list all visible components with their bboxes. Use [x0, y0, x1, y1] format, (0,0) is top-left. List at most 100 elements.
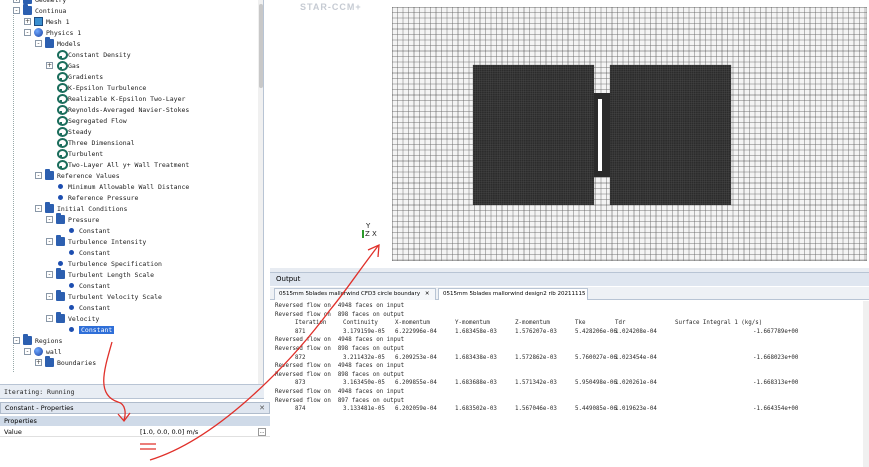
folder-icon [56, 290, 65, 301]
tree-item[interactable]: - Velocity [46, 312, 99, 324]
tree-item-label: Reference Values [57, 171, 120, 180]
collapse-icon[interactable]: - [24, 348, 31, 355]
tree-item[interactable]: Constant [57, 324, 115, 335]
collapse-icon[interactable]: - [46, 293, 53, 300]
tree-item[interactable]: - Turbulent Velocity Scale [46, 290, 162, 302]
tree-item[interactable]: Minimum Allowable Wall Distance [46, 181, 189, 192]
tree-item[interactable]: - Initial Conditions [35, 202, 127, 214]
folder-icon [56, 213, 65, 224]
folder-icon [23, 4, 32, 15]
properties-section-header[interactable]: Properties [0, 416, 270, 426]
tree-item-label: Pressure [68, 215, 100, 224]
log-header-cell: Surface Integral 1 (kg/s) [675, 320, 763, 327]
tree-scrollbar-thumb[interactable] [259, 4, 263, 88]
log-cell: 1.683458e-03 [455, 328, 497, 335]
collapse-icon[interactable]: - [35, 205, 42, 212]
folder-icon [56, 235, 65, 246]
tree-item[interactable]: Three Dimensional [46, 137, 135, 148]
collapse-icon[interactable]: - [46, 216, 53, 223]
collapse-icon[interactable]: - [35, 40, 42, 47]
output-tab-1-label: 0515mm 5blades mallorwind CFD3 circle bo… [279, 291, 421, 297]
tree-item-label: Steady [68, 127, 92, 136]
folder-icon [45, 169, 54, 180]
tree-item[interactable]: Constant [57, 225, 110, 236]
log-message: Reversed flow on 898 faces on output [275, 371, 405, 378]
mesh-icon [34, 17, 43, 26]
tree-item-label: Constant [79, 303, 111, 312]
model-icon [56, 50, 68, 60]
tree-item-label: Models [57, 39, 81, 48]
tree-item[interactable]: - Reference Values [35, 169, 120, 181]
dot-icon [67, 226, 76, 235]
dot-icon [56, 193, 65, 202]
output-scrollbar[interactable] [863, 301, 869, 467]
axis-zx-label: Z X [365, 230, 377, 238]
tree-item[interactable]: Segregated Flow [46, 115, 127, 126]
log-cell: 1.023454e-04 [615, 354, 657, 361]
collapse-icon[interactable]: - [35, 172, 42, 179]
tree-item[interactable]: - Continua [13, 4, 66, 16]
tree-item[interactable]: + Boundaries [35, 356, 96, 368]
folder-icon [56, 268, 65, 279]
property-value-field[interactable]: [1.0, 0.0, 0.0] m/s [140, 427, 198, 437]
tree-item[interactable]: Constant Density [46, 49, 131, 60]
collapse-icon[interactable]: - [46, 238, 53, 245]
property-edit-button[interactable]: ... [258, 428, 266, 436]
log-message: Reversed flow on 4948 faces on input [275, 337, 405, 344]
expand-icon[interactable]: + [13, 0, 20, 3]
property-row-value[interactable]: Value [1.0, 0.0, 0.0] m/s ... [0, 427, 270, 437]
tree-item[interactable]: Two-Layer All y+ Wall Treatment [46, 159, 189, 170]
tree-item-label: Regions [35, 336, 63, 345]
tree-item[interactable]: - wall [24, 346, 62, 357]
output-tab-2[interactable]: 0515mm 5blades mallorwind design2 rib 20… [438, 288, 588, 300]
tree-item[interactable]: Steady [46, 126, 91, 137]
model-icon [56, 105, 68, 115]
model-icon [56, 149, 68, 159]
tree-item-label: Constant [79, 325, 115, 334]
tree-item[interactable]: - Pressure [46, 213, 100, 225]
tree-item[interactable]: Reference Pressure [46, 192, 138, 203]
tree-scrollbar[interactable] [258, 0, 263, 384]
tree-item[interactable]: Constant [57, 247, 110, 258]
log-cell: 3.179159e-05 [343, 328, 385, 335]
tree-item[interactable]: Realizable K-Epsilon Two-Layer [46, 93, 185, 104]
tree-item[interactable]: Turbulent [46, 148, 103, 159]
tree-item-label: Three Dimensional [68, 138, 135, 147]
tree-item[interactable]: Gradients [46, 71, 103, 82]
tree-item[interactable]: - Turbulence Intensity [46, 235, 146, 247]
mesh-scene[interactable] [392, 7, 867, 261]
collapse-icon[interactable]: - [24, 29, 31, 36]
expand-icon[interactable]: + [24, 18, 31, 25]
output-tab-1[interactable]: 0515mm 5blades mallorwind CFD3 circle bo… [274, 288, 436, 300]
tree-item-label: Minimum Allowable Wall Distance [68, 182, 190, 191]
tree-item[interactable]: - Turbulent Length Scale [46, 268, 154, 280]
graphics-window[interactable]: STAR-CCM+ Y Z X [270, 0, 869, 268]
tree-item[interactable]: Constant [57, 302, 110, 313]
collapse-icon[interactable]: - [13, 337, 20, 344]
log-cell: 874 [295, 406, 306, 413]
log-cell: 3.133481e-05 [343, 406, 385, 413]
tree-item[interactable]: + Mesh 1 [24, 16, 69, 27]
model-icon [56, 138, 68, 148]
collapse-icon[interactable]: - [46, 271, 53, 278]
collapse-icon[interactable]: - [46, 315, 53, 322]
expand-icon[interactable]: + [46, 62, 53, 69]
tree-item-label: Constant [79, 248, 111, 257]
log-cell: 5.449085e-06 [575, 406, 617, 413]
tree-item[interactable]: Turbulence Specification [46, 258, 162, 269]
tree-item[interactable]: - Physics 1 [24, 27, 81, 38]
tree-item[interactable]: Reynolds-Averaged Navier-Stokes [46, 104, 189, 115]
output-window: Output 0515mm 5blades mallorwind CFD3 ci… [270, 272, 869, 467]
tree-item[interactable]: + Gas [46, 60, 80, 71]
close-icon[interactable]: ✕ [259, 403, 265, 413]
tree-item[interactable]: Constant [57, 280, 110, 291]
tab-close-icon[interactable]: ✕ [425, 291, 430, 297]
tree-item[interactable]: - Regions [13, 334, 63, 346]
collapse-icon[interactable]: - [13, 7, 20, 14]
expand-icon[interactable]: + [35, 359, 42, 366]
tree-item[interactable]: K-Epsilon Turbulence [46, 82, 146, 93]
tree-item[interactable]: - Models [35, 37, 81, 49]
